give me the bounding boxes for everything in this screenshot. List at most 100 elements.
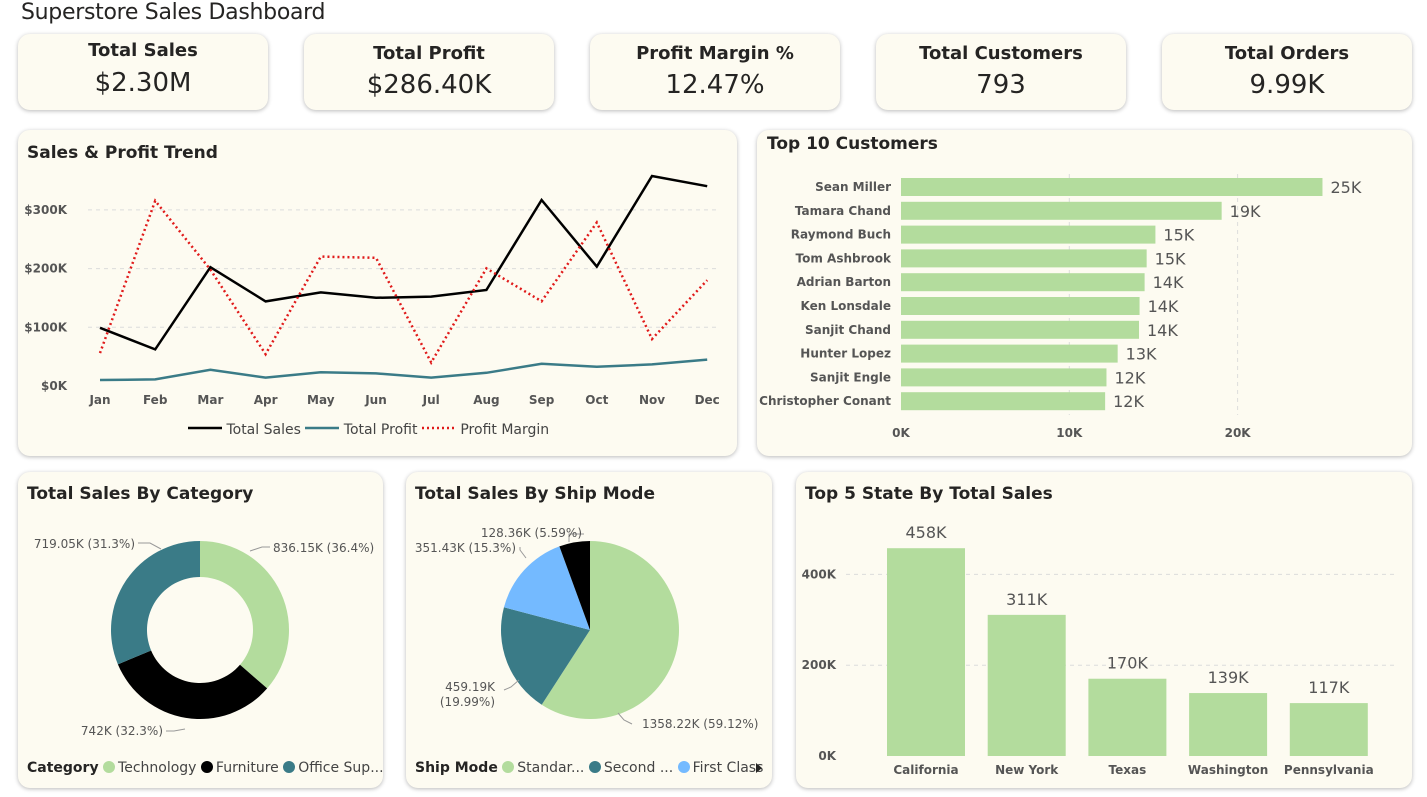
data-label: 15K bbox=[1155, 249, 1186, 268]
data-label: 311K bbox=[1006, 590, 1048, 609]
x-tick-label: Texas bbox=[1109, 763, 1147, 777]
legend-item-second-class[interactable]: Second ... bbox=[588, 760, 673, 776]
legend-item-furniture[interactable]: Furniture bbox=[200, 760, 279, 776]
leader-line bbox=[138, 542, 162, 550]
top-states-card[interactable]: Top 5 State By Total Sales 0K 200K 400K 458… bbox=[796, 472, 1412, 788]
x-tick-label: Jun bbox=[364, 393, 387, 407]
leader-line bbox=[249, 546, 270, 552]
bar bbox=[901, 249, 1147, 268]
y-tick-label: $0K bbox=[41, 379, 68, 393]
y-tick-label: $100K bbox=[24, 320, 67, 334]
category-label: Christopher Conant bbox=[759, 394, 891, 408]
category-legend: Category Technology Furniture Office Sup… bbox=[27, 760, 384, 776]
bar bbox=[887, 548, 965, 756]
data-label: 13K bbox=[1126, 345, 1157, 364]
top-customers-bar-chart[interactable]: 0K 10K 20K Sean Miller 25K Tamara Chand 19K Ray… bbox=[757, 130, 1412, 456]
legend-item-first-class[interactable]: First Class bbox=[677, 760, 763, 776]
bar bbox=[901, 344, 1118, 363]
data-label: 1358.22K (59.12%) bbox=[642, 717, 758, 731]
line-chart[interactable]: $0K $100K $200K $300K Jan Feb Mar Apr May Jun Jul A… bbox=[18, 130, 737, 456]
data-label: 15K bbox=[1163, 226, 1194, 245]
legend-item-technology[interactable]: Technology bbox=[103, 760, 196, 776]
kpi-label: Total Orders bbox=[1224, 43, 1350, 64]
x-tick-label: Pennsylvania bbox=[1284, 763, 1374, 777]
y-tick-label: 200K bbox=[802, 658, 837, 672]
data-label: 742K (32.3%) bbox=[81, 724, 163, 738]
category-label: Sanjit Chand bbox=[805, 323, 891, 337]
x-tick-label: 20K bbox=[1225, 426, 1252, 440]
legend-item-profit-margin[interactable]: Profit Margin bbox=[421, 422, 550, 438]
sales-profit-trend-card[interactable]: Sales & Profit Trend $0K $100K $200K $300K J… bbox=[18, 130, 737, 456]
legend-dot bbox=[103, 761, 116, 773]
top-states-bar-chart[interactable]: 0K 200K 400K 458K California 311K New York 170K… bbox=[796, 472, 1412, 788]
bar bbox=[1289, 703, 1368, 756]
category-label: Tamara Chand bbox=[795, 204, 891, 218]
ship-mode-legend: Ship Mode Standar... Second ... First Cl… bbox=[415, 760, 763, 776]
legend-item-total-profit[interactable]: Total Profit bbox=[305, 422, 417, 438]
legend-swatch bbox=[421, 426, 456, 430]
x-tick-label: Dec bbox=[695, 393, 720, 407]
line-legend: Total Sales Total Profit Profit Margin bbox=[188, 422, 549, 438]
legend-item-total-sales[interactable]: Total Sales bbox=[188, 422, 301, 438]
ship-mode-pie-chart[interactable]: 1358.22K (59.12%) 459.19K(19.99%) 351.43K … bbox=[406, 472, 772, 788]
sales-by-ship-mode-card[interactable]: Total Sales By Ship Mode 1358.22K (59.12… bbox=[406, 472, 772, 788]
x-tick-label: Washington bbox=[1188, 763, 1268, 777]
kpi-label: Total Sales bbox=[88, 40, 198, 61]
kpi-card-total-orders[interactable]: Total Orders 9.99K bbox=[1162, 34, 1412, 110]
data-label: 719.05K (31.3%) bbox=[34, 537, 135, 551]
legend-label: Furniture bbox=[215, 760, 279, 776]
bar bbox=[901, 225, 1156, 244]
kpi-card-total-sales[interactable]: Total Sales $2.30M bbox=[18, 34, 268, 110]
bar bbox=[901, 201, 1222, 220]
kpi-value: 9.99K bbox=[1249, 70, 1325, 100]
x-tick-label: May bbox=[307, 393, 335, 407]
data-label: 459.19K bbox=[445, 680, 496, 694]
x-tick-label: California bbox=[893, 763, 958, 777]
legend-label: Profit Margin bbox=[460, 422, 550, 438]
leader-line bbox=[617, 712, 633, 725]
x-tick-label: 10K bbox=[1056, 426, 1083, 440]
category-label: Sanjit Engle bbox=[810, 370, 891, 384]
data-label: 19K bbox=[1230, 202, 1261, 221]
leader-line bbox=[519, 547, 527, 559]
legend-next-arrow-icon[interactable] bbox=[756, 763, 762, 773]
kpi-card-total-customers[interactable]: Total Customers 793 bbox=[876, 34, 1126, 110]
data-label: 14K bbox=[1153, 273, 1184, 292]
x-tick-label: Nov bbox=[639, 393, 665, 407]
y-tick-label: 0K bbox=[818, 749, 836, 763]
bar bbox=[901, 178, 1323, 196]
bar bbox=[901, 320, 1140, 339]
category-donut-chart[interactable]: 836.15K (36.4%) 742K (32.3%) 719.05K (31.3… bbox=[18, 472, 383, 788]
top-customers-card[interactable]: Top 10 Customers 0K 10K 20K Sean Miller 25K T… bbox=[757, 130, 1412, 456]
y-tick-label: 400K bbox=[802, 567, 837, 581]
data-label: 351.43K (15.3%) bbox=[415, 541, 516, 555]
leader-line bbox=[503, 679, 520, 691]
series-line-profit-margin bbox=[98, 198, 709, 366]
legend-dot bbox=[200, 761, 213, 773]
kpi-value: $2.30M bbox=[94, 68, 192, 98]
legend-item-standard-class[interactable]: Standar... bbox=[502, 760, 584, 776]
data-label: 25K bbox=[1330, 178, 1361, 197]
kpi-label: Total Profit bbox=[373, 43, 485, 64]
donut-slice-office-supplies bbox=[111, 541, 200, 665]
legend-label: Standar... bbox=[517, 760, 585, 776]
bar bbox=[901, 273, 1145, 292]
legend-title: Category bbox=[27, 760, 99, 776]
data-label: 14K bbox=[1147, 321, 1178, 340]
x-tick-label: Oct bbox=[585, 393, 608, 407]
bar bbox=[901, 368, 1107, 387]
data-label: 117K bbox=[1308, 678, 1350, 697]
x-tick-label: Apr bbox=[254, 393, 278, 407]
kpi-value: 793 bbox=[976, 70, 1026, 100]
kpi-label: Total Customers bbox=[919, 43, 1083, 64]
bar bbox=[901, 392, 1106, 411]
x-tick-label: New York bbox=[995, 763, 1059, 777]
kpi-card-total-profit[interactable]: Total Profit $286.40K bbox=[304, 34, 554, 110]
bar bbox=[1088, 678, 1167, 756]
sales-by-category-card[interactable]: Total Sales By Category 836.15K (36.4%) 7… bbox=[18, 472, 384, 788]
legend-swatch bbox=[305, 426, 340, 430]
data-label: 139K bbox=[1208, 668, 1250, 687]
x-tick-label: Aug bbox=[473, 393, 499, 407]
kpi-card-profit-margin[interactable]: Profit Margin % 12.47% bbox=[590, 34, 840, 110]
legend-item-office-supplies[interactable]: Office Sup... bbox=[283, 760, 384, 776]
